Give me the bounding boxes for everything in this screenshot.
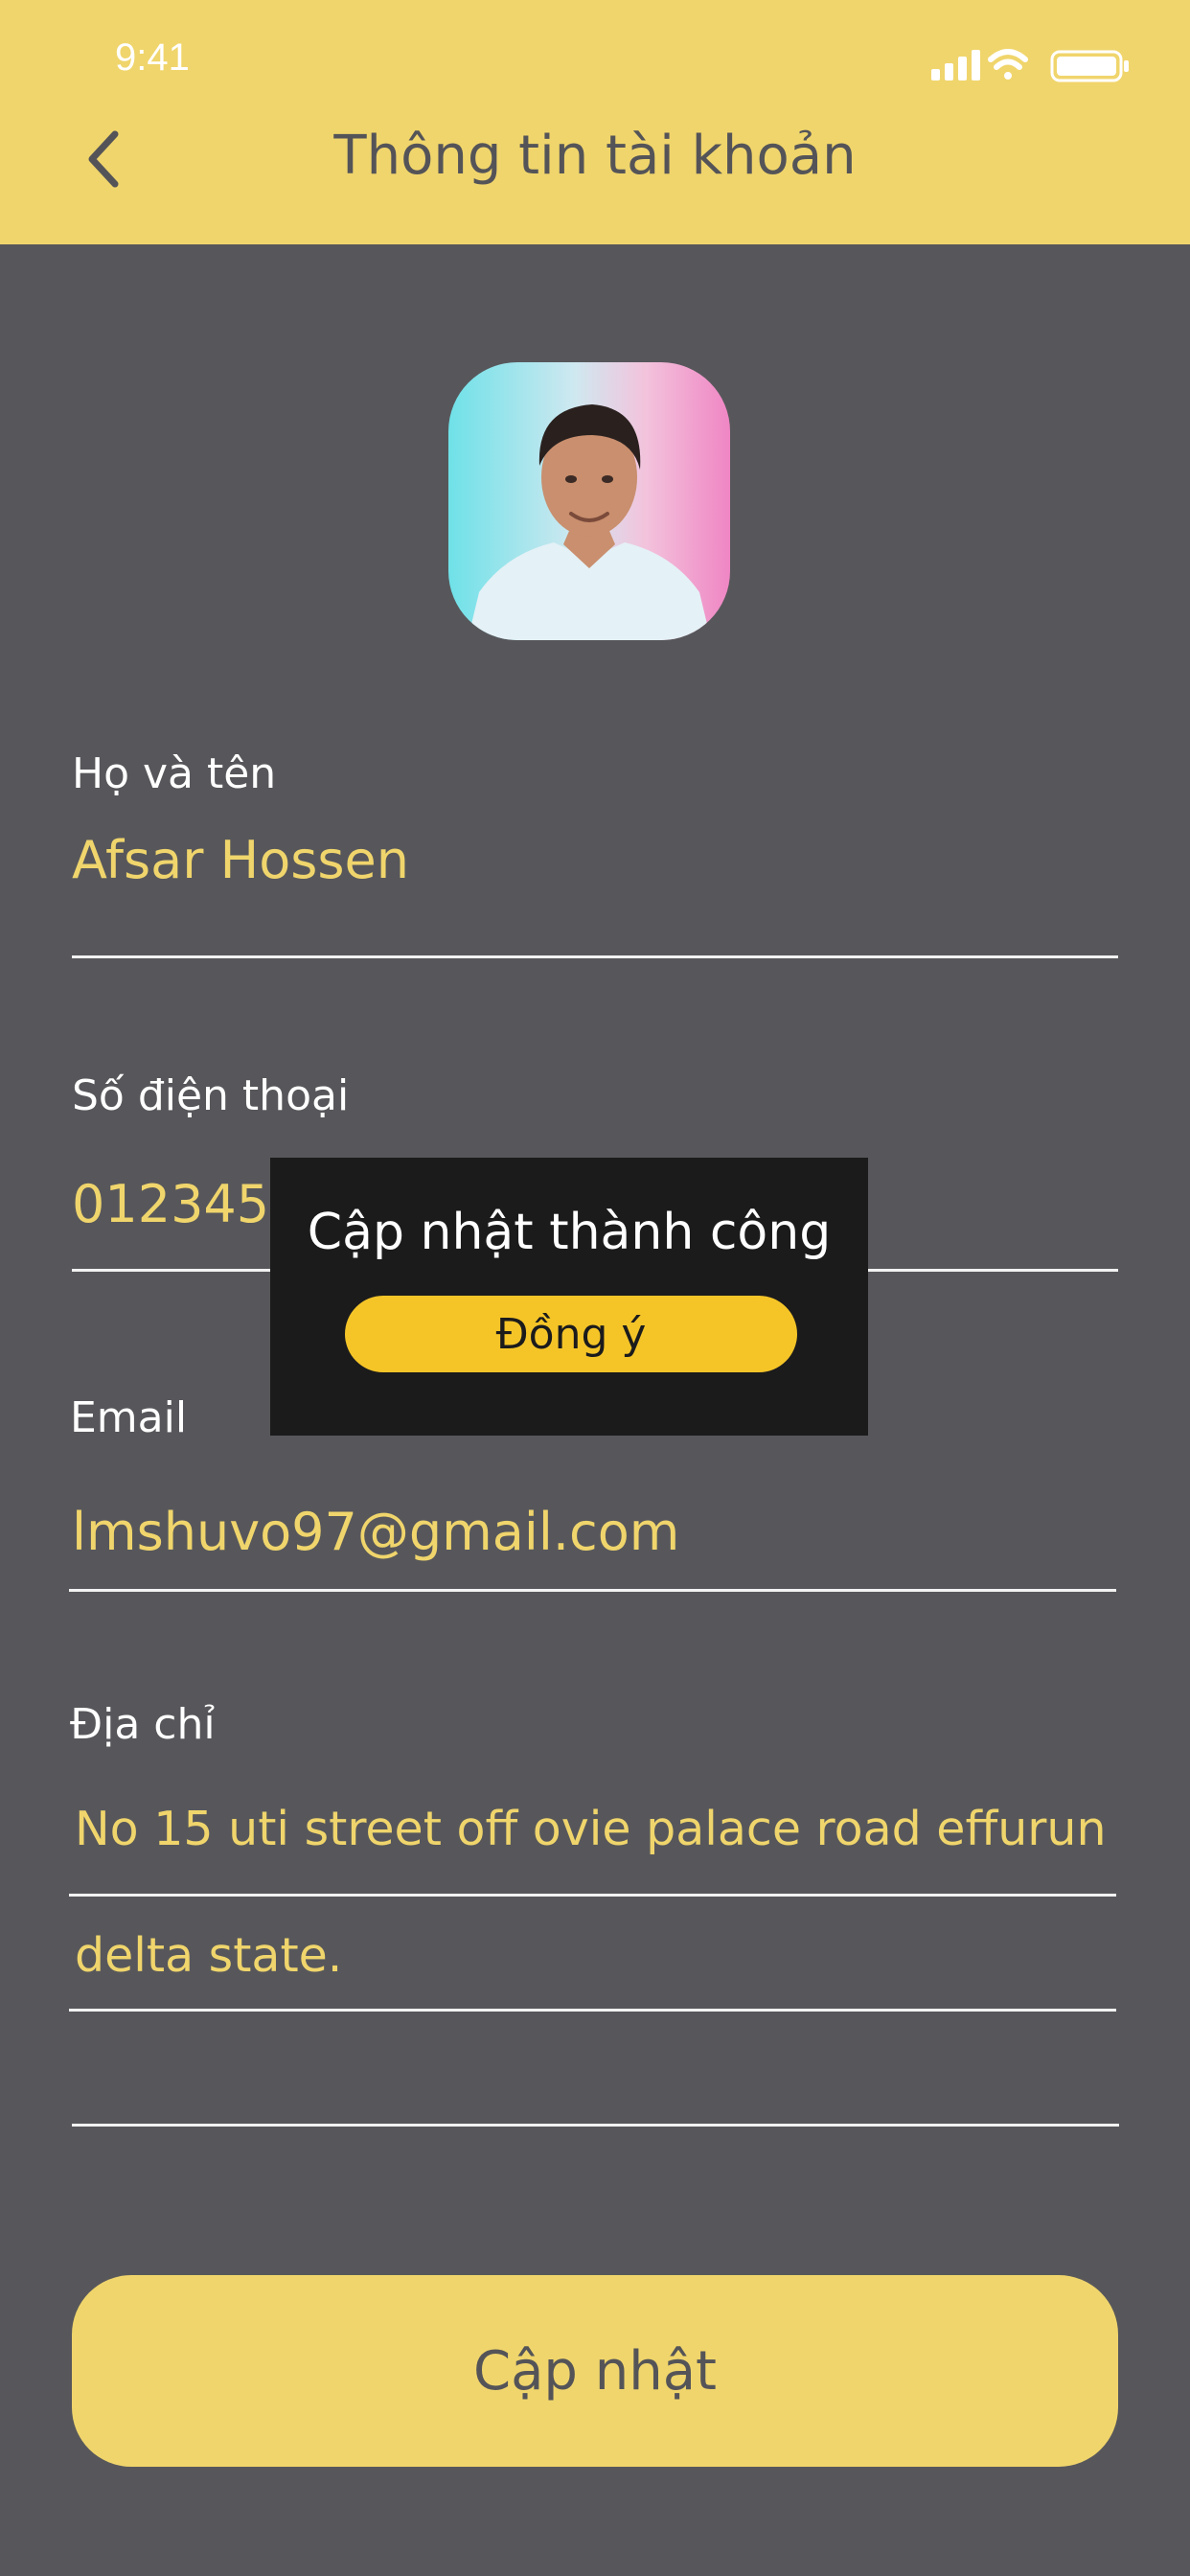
status-time: 9:41 bbox=[115, 36, 190, 79]
name-underline bbox=[72, 955, 1118, 958]
status-icons bbox=[931, 49, 1129, 82]
success-dialog: Cập nhật thành công Đồng ý bbox=[270, 1158, 868, 1436]
address-underline-3 bbox=[72, 2124, 1119, 2127]
address-underline-2 bbox=[69, 2009, 1116, 2012]
email-field[interactable]: lmshuvo97@gmail.com bbox=[72, 1502, 679, 1562]
address-underline-1 bbox=[69, 1894, 1116, 1897]
address-field-line1[interactable]: No 15 uti street off ovie palace road ef… bbox=[75, 1802, 1107, 1856]
email-label: Email bbox=[70, 1393, 188, 1442]
app-header: 9:41 Thông tin tài khoản bbox=[0, 0, 1190, 244]
email-underline bbox=[69, 1589, 1116, 1592]
battery-icon bbox=[1050, 50, 1129, 82]
phone-field[interactable]: 0123456 bbox=[72, 1174, 303, 1234]
dialog-ok-button[interactable]: Đồng ý bbox=[345, 1296, 797, 1372]
dialog-message: Cập nhật thành công bbox=[307, 1204, 832, 1261]
name-field[interactable]: Afsar Hossen bbox=[72, 830, 409, 890]
signal-icon bbox=[931, 50, 980, 80]
address-label: Địa chỉ bbox=[70, 1700, 216, 1749]
update-button[interactable]: Cập nhật bbox=[72, 2275, 1118, 2467]
phone-label: Số điện thoại bbox=[72, 1071, 350, 1120]
profile-photo bbox=[468, 404, 711, 640]
wifi-icon bbox=[988, 49, 1028, 80]
address-field-line2[interactable]: delta state. bbox=[75, 1928, 342, 1983]
name-label: Họ và tên bbox=[72, 749, 277, 798]
page-title: Thông tin tài khoản bbox=[333, 125, 857, 187]
avatar[interactable] bbox=[448, 362, 730, 640]
